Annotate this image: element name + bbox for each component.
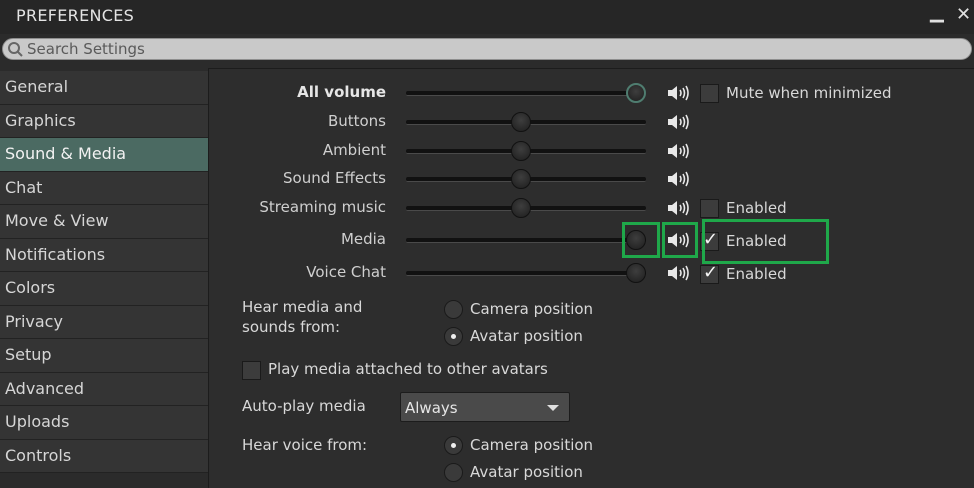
search-icon <box>8 42 23 57</box>
hear-media-label-line2: sounds from: <box>242 318 341 336</box>
streaming-music-slider-knob[interactable] <box>511 198 531 218</box>
sidebar-item-setup[interactable]: Setup <box>0 339 208 373</box>
sidebar-item-graphics[interactable]: Graphics <box>0 104 208 138</box>
speaker-icon[interactable] <box>666 112 690 132</box>
hear-voice-camera-radio[interactable] <box>444 436 463 455</box>
search-bar[interactable] <box>2 38 972 60</box>
sidebar-item-notifications[interactable]: Notifications <box>0 238 208 272</box>
hear-voice-camera-label: Camera position <box>470 436 594 454</box>
window-title: PREFERENCES <box>16 6 135 25</box>
voice-chat-slider-track[interactable] <box>406 271 646 276</box>
hear-voice-avatar-label: Avatar position <box>470 463 583 481</box>
all-volume-slider-track[interactable] <box>406 91 646 96</box>
chevron-down-icon <box>547 405 559 411</box>
ambient-slider-knob[interactable] <box>511 141 531 161</box>
sound-effects-label: Sound Effects <box>283 169 386 187</box>
play-media-attached-label: Play media attached to other avatars <box>268 360 548 378</box>
sidebar: General Graphics Sound & Media Chat Move… <box>0 71 208 487</box>
streaming-music-label: Streaming music <box>259 198 386 216</box>
speaker-icon[interactable] <box>666 141 690 161</box>
sidebar-item-sound-media[interactable]: Sound & Media <box>0 138 208 172</box>
buttons-label: Buttons <box>327 112 386 130</box>
all-volume-slider-knob[interactable] <box>626 83 646 103</box>
play-media-attached-checkbox[interactable] <box>242 361 261 380</box>
speaker-icon[interactable] <box>666 83 690 103</box>
voice-chat-label: Voice Chat <box>306 263 386 281</box>
highlight-media-speaker <box>662 222 698 258</box>
mute-when-minimized-label: Mute when minimized <box>726 84 892 102</box>
voice-chat-slider-knob[interactable] <box>626 263 646 283</box>
all-volume-label: All volume <box>297 83 386 101</box>
ambient-label: Ambient <box>322 141 386 159</box>
sidebar-item-general[interactable]: General <box>0 71 208 105</box>
buttons-slider-knob[interactable] <box>511 112 531 132</box>
sidebar-item-controls[interactable]: Controls <box>0 439 208 473</box>
sidebar-item-privacy[interactable]: Privacy <box>0 305 208 339</box>
hear-media-avatar-label: Avatar position <box>470 327 583 345</box>
sidebar-item-colors[interactable]: Colors <box>0 272 208 306</box>
sidebar-item-chat[interactable]: Chat <box>0 171 208 205</box>
hear-media-avatar-radio[interactable] <box>444 327 463 346</box>
radio-dot <box>451 443 456 448</box>
streaming-enabled-checkbox[interactable] <box>700 199 719 218</box>
sidebar-item-advanced[interactable]: Advanced <box>0 372 208 406</box>
sidebar-item-move-view[interactable]: Move & View <box>0 205 208 239</box>
speaker-icon[interactable] <box>666 263 690 283</box>
mute-when-minimized-checkbox[interactable] <box>700 84 719 103</box>
streaming-enabled-label: Enabled <box>726 199 787 217</box>
hear-media-camera-radio[interactable] <box>444 300 463 319</box>
media-slider-track[interactable] <box>406 238 646 243</box>
media-label: Media <box>340 230 386 248</box>
hear-voice-label: Hear voice from: <box>242 436 368 454</box>
highlight-media-enabled <box>702 219 829 264</box>
speaker-icon[interactable] <box>666 169 690 189</box>
auto-play-value: Always <box>405 399 458 417</box>
sidebar-item-uploads[interactable]: Uploads <box>0 406 208 440</box>
auto-play-dropdown[interactable]: Always <box>400 392 570 422</box>
radio-dot <box>451 334 456 339</box>
sound-effects-slider-knob[interactable] <box>511 169 531 189</box>
voice-enabled-label: Enabled <box>726 265 787 283</box>
speaker-icon[interactable] <box>666 198 690 218</box>
highlight-media-slider-knob <box>622 222 660 258</box>
checkmark-icon: ✓ <box>703 262 719 283</box>
title-bar: PREFERENCES ▁ ✕ <box>0 0 974 34</box>
hear-voice-avatar-radio[interactable] <box>444 463 463 482</box>
hear-media-camera-label: Camera position <box>470 300 594 318</box>
minimize-button[interactable]: ▁ <box>930 2 944 23</box>
hear-media-label-line1: Hear media and <box>242 298 363 316</box>
close-button[interactable]: ✕ <box>956 4 971 25</box>
voice-enabled-checkbox[interactable]: ✓ <box>700 262 719 284</box>
search-input[interactable] <box>27 40 957 58</box>
auto-play-label: Auto-play media <box>242 397 366 415</box>
